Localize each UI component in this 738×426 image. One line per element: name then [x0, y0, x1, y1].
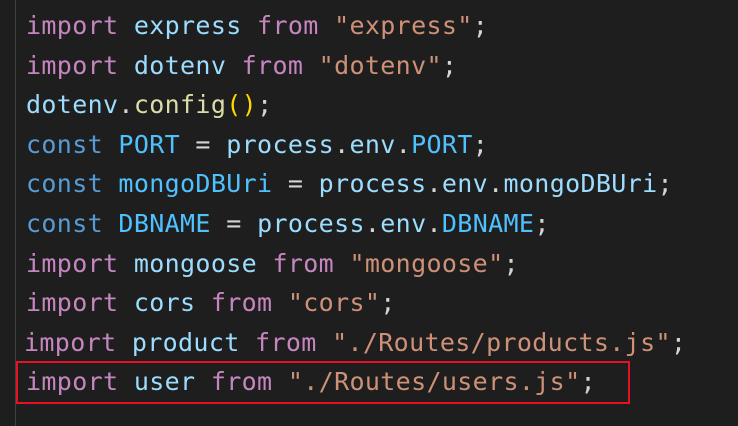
- code-token-punct: [103, 169, 118, 198]
- code-token-const: PORT: [411, 129, 473, 159]
- code-token-punct: [226, 51, 241, 80]
- code-token-string: "mongoose": [349, 248, 504, 278]
- code-line-8[interactable]: import cors from "cors";: [26, 283, 738, 323]
- code-token-keyword: const: [26, 208, 104, 238]
- code-token-paren: (): [226, 90, 258, 120]
- code-token-var: product: [131, 327, 240, 357]
- code-token-punct: [334, 249, 349, 278]
- code-token-punct: .: [395, 129, 412, 159]
- code-token-punct: .: [488, 169, 504, 199]
- code-token-var: cors: [133, 288, 196, 318]
- code-token-punct: [118, 51, 133, 80]
- code-token-import: from: [210, 288, 273, 318]
- code-token-keyword: const: [26, 169, 104, 199]
- code-line-9[interactable]: import product from "./Routes/products.j…: [24, 323, 738, 363]
- code-token-punct: ;: [534, 208, 550, 238]
- code-token-keyword: const: [26, 129, 104, 159]
- code-token-var: process: [226, 129, 335, 159]
- code-token-const: DBNAME: [441, 208, 535, 238]
- code-token-punct: ;: [257, 90, 273, 120]
- code-token-import: import: [26, 50, 119, 80]
- code-token-punct: [116, 328, 131, 357]
- code-token-punct: .: [118, 90, 134, 120]
- code-line-6[interactable]: const DBNAME = process.env.DBNAME;: [26, 204, 738, 244]
- code-token-punct: .: [334, 129, 350, 159]
- highlight-box: [16, 361, 630, 404]
- code-token-string: "./Routes/products.js": [332, 327, 671, 357]
- code-line-4[interactable]: const PORT = process.env.PORT;: [26, 125, 738, 165]
- code-token-var: mongoose: [133, 248, 258, 278]
- code-token-punct: ;: [472, 11, 489, 40]
- code-token-punct: [317, 328, 332, 357]
- code-token-punct: [103, 130, 118, 159]
- code-line-7[interactable]: import mongoose from "mongoose";: [26, 244, 738, 284]
- code-token-punct: [118, 288, 133, 317]
- code-token-punct: =: [180, 129, 227, 159]
- code-token-punct: .: [426, 208, 442, 238]
- code-token-punct: ;: [503, 248, 519, 278]
- code-token-punct: [319, 11, 334, 40]
- code-token-punct: =: [272, 169, 319, 199]
- code-line-2[interactable]: import dotenv from "dotenv";: [26, 46, 738, 86]
- code-token-var: process: [257, 208, 365, 238]
- code-token-punct: [195, 288, 210, 317]
- code-token-punct: [242, 11, 257, 40]
- code-token-string: "cors": [287, 288, 381, 318]
- code-token-var: express: [133, 11, 242, 40]
- code-token-import: import: [26, 11, 119, 40]
- code-token-import: from: [241, 50, 304, 80]
- code-token-punct: ;: [670, 327, 687, 357]
- code-token-punct: .: [364, 208, 381, 238]
- code-token-import: from: [255, 327, 317, 357]
- code-token-const: DBNAME: [118, 208, 211, 238]
- code-token-import: import: [26, 248, 119, 278]
- code-token-var: mongoDBUri: [503, 169, 658, 199]
- code-token-punct: [257, 249, 272, 278]
- code-token-var: process: [318, 169, 427, 199]
- code-token-punct: .: [426, 169, 442, 199]
- code-token-punct: ;: [380, 288, 396, 318]
- code-token-var: dotenv: [26, 90, 119, 120]
- code-token-punct: ;: [472, 129, 489, 159]
- code-token-punct: [103, 209, 118, 238]
- code-token-var: env: [380, 208, 427, 238]
- code-token-var: env: [349, 129, 396, 159]
- code-token-func: config: [133, 90, 227, 120]
- code-token-var: dotenv: [133, 50, 227, 80]
- code-token-import: from: [257, 11, 319, 40]
- code-line-5[interactable]: const mongoDBUri = process.env.mongoDBUr…: [26, 164, 738, 204]
- code-token-import: import: [26, 288, 119, 318]
- code-token-const: mongoDBUri: [118, 169, 273, 199]
- code-token-punct: [118, 249, 133, 278]
- code-token-punct: [272, 288, 287, 317]
- code-editor[interactable]: import express from "express"; import do…: [0, 0, 738, 426]
- code-token-import: import: [24, 327, 117, 357]
- code-token-string: "express": [334, 11, 473, 40]
- code-token-punct: [118, 11, 133, 40]
- code-line-3[interactable]: dotenv.config();: [26, 85, 738, 125]
- code-token-var: env: [441, 169, 489, 199]
- code-token-punct: =: [210, 208, 258, 238]
- code-token-string: "dotenv": [318, 50, 442, 80]
- code-token-punct: ;: [441, 50, 458, 80]
- code-token-punct: [303, 51, 318, 80]
- code-token-const: PORT: [118, 129, 181, 159]
- code-lines: import express from "express"; import do…: [24, 6, 738, 402]
- code-token-punct: [240, 328, 255, 357]
- code-token-punct: ;: [657, 169, 673, 199]
- code-line-1[interactable]: import express from "express";: [26, 6, 738, 46]
- code-token-import: from: [272, 248, 335, 278]
